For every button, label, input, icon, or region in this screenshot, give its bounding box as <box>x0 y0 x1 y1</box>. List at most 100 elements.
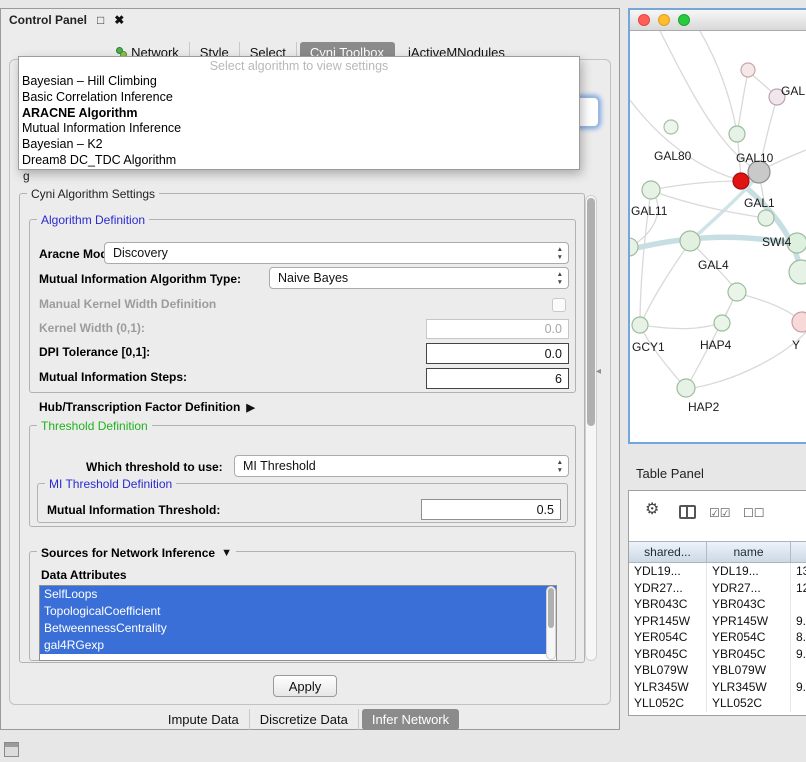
tab-impute-data[interactable]: Impute Data <box>158 709 250 730</box>
table-cell: 9. <box>791 646 806 663</box>
network-node[interactable] <box>729 126 745 142</box>
algorithm-option[interactable]: Basic Correlation Inference <box>19 90 579 106</box>
zoom-traffic-light-icon[interactable] <box>678 14 690 26</box>
attribute-list-scrollbar[interactable] <box>546 586 556 660</box>
apply-button[interactable]: Apply <box>273 675 337 697</box>
sources-toggle[interactable]: Sources for Network Inference ▼ <box>37 545 236 561</box>
aracne-mode-select[interactable]: Discovery ▲ ▼ <box>104 242 569 264</box>
column-header[interactable] <box>791 542 806 562</box>
network-node-label: GAL4 <box>698 258 729 272</box>
mi-threshold-field[interactable]: 0.5 <box>421 499 561 520</box>
tab-infer-network[interactable]: Infer Network <box>362 709 459 730</box>
table-row[interactable]: YLR345WYLR345W9. <box>629 679 806 696</box>
close-traffic-light-icon[interactable] <box>638 14 650 26</box>
mi-algorithm-type-select[interactable]: Naive Bayes ▲ ▼ <box>269 267 569 289</box>
tab-discretize-data[interactable]: Discretize Data <box>250 709 359 730</box>
settings-scrollbar[interactable] <box>585 195 597 661</box>
network-node[interactable] <box>664 120 678 134</box>
float-window-icon[interactable]: □ <box>97 13 104 27</box>
splitter-collapse-icon[interactable]: ◂ <box>596 366 601 377</box>
network-edge[interactable] <box>737 293 801 321</box>
network-node-label: GAL80 <box>654 149 692 163</box>
network-edge[interactable] <box>700 31 737 133</box>
settings-scrollbar-thumb[interactable] <box>587 198 595 426</box>
algorithm-option[interactable]: ARACNE Algorithm <box>19 106 579 122</box>
table-row[interactable]: YER054CYER054C8. <box>629 629 806 646</box>
table-row[interactable]: YBL079WYBL079W <box>629 662 806 679</box>
threshold-definition-title: Threshold Definition <box>37 419 152 433</box>
table-cell: YDR27... <box>707 580 791 597</box>
network-node[interactable] <box>680 231 700 251</box>
down-arrow-icon: ▼ <box>557 467 563 475</box>
algorithm-list: Bayesian – Hill ClimbingBasic Correlatio… <box>19 74 579 169</box>
network-node-label: GAL10 <box>736 151 774 165</box>
expand-arrow-icon: ▼ <box>221 547 232 559</box>
mi-algorithm-type-label: Mutual Information Algorithm Type: <box>39 272 241 286</box>
kernel-width-label: Kernel Width (0,1): <box>39 321 145 335</box>
table-row[interactable]: YDL19...YDL19...13 <box>629 563 806 580</box>
network-node[interactable] <box>677 379 695 397</box>
algorithm-option[interactable]: Bayesian – K2 <box>19 137 579 153</box>
table-row[interactable]: YDR27...YDR27...12 <box>629 580 806 597</box>
control-panel-titlebar[interactable]: Control Panel □ ✖ <box>1 9 619 31</box>
attribute-item[interactable]: BetweennessCentrality <box>40 620 556 637</box>
column-header[interactable]: shared... <box>629 542 707 562</box>
table-row[interactable]: YLL052CYLL052C <box>629 695 806 712</box>
algorithm-definition-title: Algorithm Definition <box>37 213 149 227</box>
network-node[interactable] <box>758 210 774 226</box>
table-row[interactable]: YBR043CYBR043C <box>629 596 806 613</box>
network-node[interactable] <box>728 283 746 301</box>
table-cell: YDL19... <box>707 563 791 580</box>
network-edge[interactable] <box>651 181 741 190</box>
mi-steps-label: Mutual Information Steps: <box>39 370 187 384</box>
network-canvas[interactable]: GALGAL80GAL10GAL11GAL1SWI4GAL4GCY1HAP4YH… <box>630 31 806 442</box>
combo-arrows-icon: ▲ ▼ <box>557 246 563 261</box>
network-node[interactable] <box>792 312 806 332</box>
network-edge[interactable] <box>641 242 690 324</box>
mi-steps-field[interactable]: 6 <box>426 368 569 389</box>
algorithm-option[interactable]: Mutual Information Inference <box>19 121 579 137</box>
kernel-width-field: 0.0 <box>426 319 569 339</box>
combo-arrows-icon: ▲ ▼ <box>557 271 563 286</box>
network-node[interactable] <box>642 181 660 199</box>
column-header[interactable]: name <box>707 542 791 562</box>
network-node[interactable] <box>630 238 638 256</box>
dpi-tolerance-field[interactable]: 0.0 <box>426 343 569 364</box>
columns-icon[interactable] <box>679 505 696 519</box>
manual-kernel-width-checkbox <box>552 298 566 312</box>
network-node[interactable] <box>741 63 755 77</box>
close-icon[interactable]: ✖ <box>114 13 124 27</box>
table-cell: 9. <box>791 679 806 696</box>
network-edge[interactable] <box>641 323 721 329</box>
select-all-icon[interactable]: ☑☑ <box>709 505 731 521</box>
hub-definition-toggle[interactable]: Hub/Transcription Factor Definition ▶ <box>39 399 255 415</box>
mi-threshold-group-title: MI Threshold Definition <box>45 477 176 491</box>
minimized-panel-icon[interactable] <box>4 742 19 757</box>
table-row[interactable]: YBR045CYBR045C9. <box>629 646 806 663</box>
table-cell: YDR27... <box>629 580 707 597</box>
network-node[interactable] <box>632 317 648 333</box>
network-edge[interactable] <box>641 327 685 387</box>
gear-icon[interactable]: ⚙ <box>645 502 659 518</box>
network-node[interactable] <box>733 173 749 189</box>
table-row[interactable]: YPR145WYPR145W9. <box>629 613 806 630</box>
cyni-settings-title: Cyni Algorithm Settings <box>27 187 159 201</box>
algorithm-option[interactable]: Bayesian – Hill Climbing <box>19 74 579 90</box>
which-threshold-select[interactable]: MI Threshold ▲ ▼ <box>234 455 569 477</box>
attribute-item[interactable]: gal4RGexp <box>40 637 556 654</box>
network-node[interactable] <box>714 315 730 331</box>
attribute-item[interactable]: TopologicalCoefficient <box>40 603 556 620</box>
down-arrow-icon: ▼ <box>557 254 563 262</box>
minimize-traffic-light-icon[interactable] <box>658 14 670 26</box>
network-node[interactable] <box>789 260 806 284</box>
network-edge[interactable] <box>737 72 748 134</box>
attribute-item[interactable]: SelfLoops <box>40 586 556 603</box>
table-cell <box>791 695 806 712</box>
attribute-scrollbar-thumb[interactable] <box>548 588 554 628</box>
deselect-all-icon[interactable]: ☐☐ <box>743 505 765 521</box>
network-edge[interactable] <box>630 192 658 247</box>
network-window-titlebar[interactable] <box>630 10 806 31</box>
table-cell: YLL052C <box>629 695 707 712</box>
attribute-list[interactable]: SelfLoopsTopologicalCoefficientBetweenne… <box>39 585 557 661</box>
algorithm-option[interactable]: Dream8 DC_TDC Algorithm <box>19 153 579 169</box>
